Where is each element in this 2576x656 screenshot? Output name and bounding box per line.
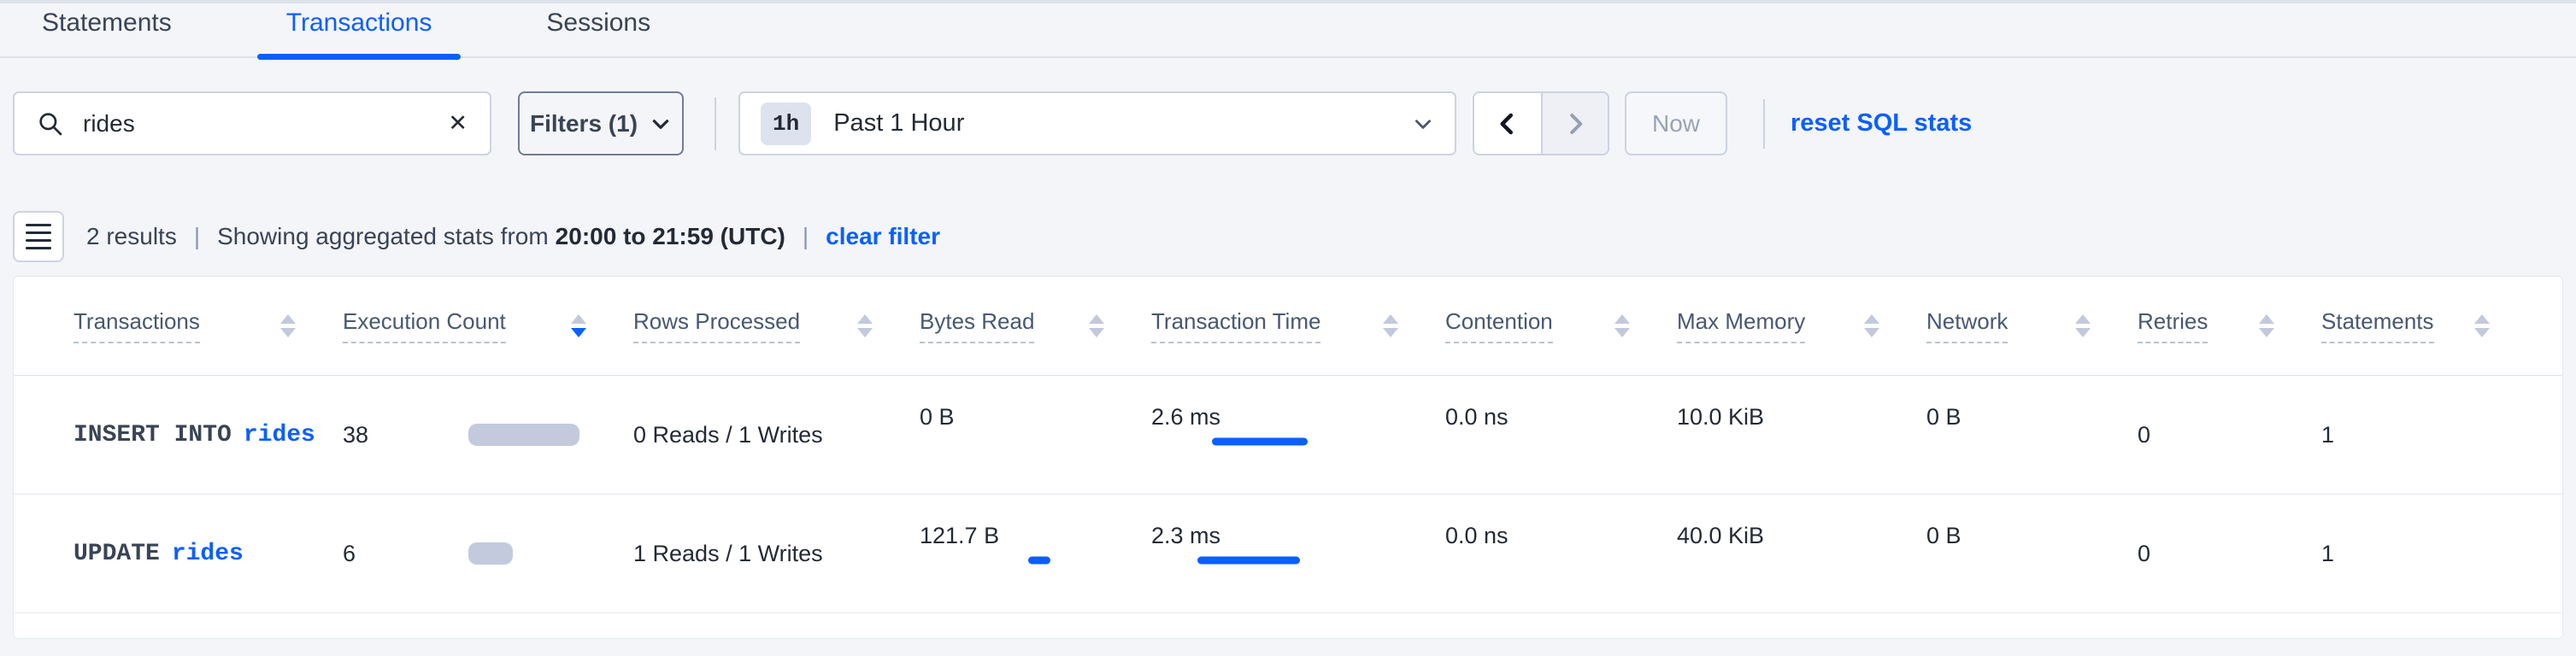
sort-icon[interactable] <box>571 314 586 337</box>
tab-sessions[interactable]: Sessions <box>517 9 679 56</box>
transaction-fingerprint[interactable]: INSERT INTOrides <box>74 376 343 494</box>
statements-cell: 1 <box>2321 495 2537 612</box>
table-name-link[interactable]: rides <box>172 541 244 567</box>
sort-icon[interactable] <box>1864 314 1879 337</box>
execution-count-bar <box>468 424 579 446</box>
results-bar: 2 results | Showing aggregated stats fro… <box>0 211 2576 262</box>
std-dev-bar <box>1028 557 1050 565</box>
sort-icon[interactable] <box>2075 314 2091 337</box>
separator: | <box>194 223 200 250</box>
contention-cell: 0.0 ns <box>1445 376 1677 494</box>
tab-label: Statements <box>42 9 172 37</box>
execution-count-cell: 6 <box>343 495 633 612</box>
retries-cell: 0 <box>2138 376 2321 494</box>
bytes-read-cell: 0 B <box>920 376 1151 494</box>
execution-count-cell: 38 <box>343 376 633 494</box>
sort-icon[interactable] <box>2474 314 2490 337</box>
toolbar-divider <box>715 97 716 150</box>
aggregated-time-range: 20:00 to 21:59 (UTC) <box>556 223 785 250</box>
list-lines-icon <box>26 224 51 226</box>
search-box: ✕ <box>13 91 491 155</box>
column-header-contention[interactable]: Contention <box>1445 277 1677 375</box>
tab-label: Transactions <box>286 9 432 37</box>
sort-icon[interactable] <box>280 314 296 337</box>
filters-button[interactable]: Filters (1) <box>518 91 684 155</box>
bytes-read-cell: 121.7 B <box>920 495 1151 612</box>
column-header-statements[interactable]: Statements <box>2321 277 2537 375</box>
reset-sql-stats-link[interactable]: reset SQL stats <box>1791 109 1972 138</box>
transaction-time-cell: 2.6 ms <box>1151 376 1445 494</box>
table-footer-spacer <box>14 613 2562 638</box>
sort-icon[interactable] <box>1383 314 1398 337</box>
column-header-max-memory[interactable]: Max Memory <box>1677 277 1926 375</box>
tab-transactions[interactable]: Transactions <box>257 9 462 56</box>
std-dev-bar <box>1197 557 1300 565</box>
statements-cell: 1 <box>2321 376 2537 494</box>
sort-icon[interactable] <box>1614 314 1630 337</box>
tab-statements[interactable]: Statements <box>13 9 201 56</box>
rows-processed-cell: 0 Reads / 1 Writes <box>633 376 920 494</box>
column-selector-button[interactable] <box>13 211 64 262</box>
execution-count-bar <box>468 542 513 565</box>
column-header-transaction-time[interactable]: Transaction Time <box>1151 277 1445 375</box>
aggregated-stats-text: Showing aggregated stats from <box>217 223 549 250</box>
transaction-time-cell: 2.3 ms <box>1151 495 1445 612</box>
toolbar-divider <box>1763 99 1765 149</box>
time-nav-group <box>1473 91 1609 155</box>
column-header-network[interactable]: Network <box>1926 277 2138 375</box>
transactions-table: Transactions Execution Count Rows Proces… <box>13 276 2563 639</box>
chevron-down-icon <box>1412 113 1434 135</box>
chevron-left-icon <box>1495 111 1520 137</box>
column-header-execution-count[interactable]: Execution Count <box>343 277 633 375</box>
time-range-badge: 1h <box>761 102 811 145</box>
column-header-transactions[interactable]: Transactions <box>74 277 343 375</box>
table-name-link[interactable]: rides <box>244 422 315 448</box>
sort-icon[interactable] <box>1089 314 1104 337</box>
now-button[interactable]: Now <box>1625 91 1727 155</box>
sort-icon[interactable] <box>2259 314 2274 337</box>
previous-time-button[interactable] <box>1474 93 1541 154</box>
chevron-right-icon <box>1562 111 1588 137</box>
table-header-row: Transactions Execution Count Rows Proces… <box>14 277 2562 376</box>
transaction-fingerprint[interactable]: UPDATErides <box>74 495 343 612</box>
clear-filter-link[interactable]: clear filter <box>826 223 940 250</box>
time-range-label: Past 1 Hour <box>833 109 1412 138</box>
column-header-bytes-read[interactable]: Bytes Read <box>920 277 1151 375</box>
sort-icon[interactable] <box>857 314 873 337</box>
column-header-rows-processed[interactable]: Rows Processed <box>633 277 920 375</box>
network-cell: 0 B <box>1926 495 2138 612</box>
network-cell: 0 B <box>1926 376 2138 494</box>
rows-processed-cell: 1 Reads / 1 Writes <box>633 495 920 612</box>
table-row: INSERT INTOrides 38 0 Reads / 1 Writes 0… <box>14 376 2562 495</box>
column-header-retries[interactable]: Retries <box>2138 277 2321 375</box>
search-input[interactable] <box>83 110 448 138</box>
filter-toolbar: ✕ Filters (1) 1h Past 1 Hour Now reset S… <box>0 91 2576 155</box>
retries-cell: 0 <box>2138 495 2321 612</box>
tab-label: Sessions <box>546 9 650 37</box>
search-icon <box>37 110 64 138</box>
std-dev-bar <box>1212 438 1308 446</box>
time-range-picker[interactable]: 1h Past 1 Hour <box>738 91 1456 155</box>
sql-activity-tab-bar: Statements Transactions Sessions <box>0 3 2576 58</box>
filters-label: Filters (1) <box>530 110 638 138</box>
max-memory-cell: 40.0 KiB <box>1677 495 1926 612</box>
table-row: UPDATErides 6 1 Reads / 1 Writes 121.7 B… <box>14 495 2562 613</box>
chevron-down-icon <box>650 113 672 135</box>
next-time-button-disabled[interactable] <box>1541 93 1608 154</box>
max-memory-cell: 10.0 KiB <box>1677 376 1926 494</box>
contention-cell: 0.0 ns <box>1445 495 1677 612</box>
separator: | <box>803 223 809 250</box>
results-count: 2 results <box>86 223 177 250</box>
clear-search-icon[interactable]: ✕ <box>448 112 468 135</box>
